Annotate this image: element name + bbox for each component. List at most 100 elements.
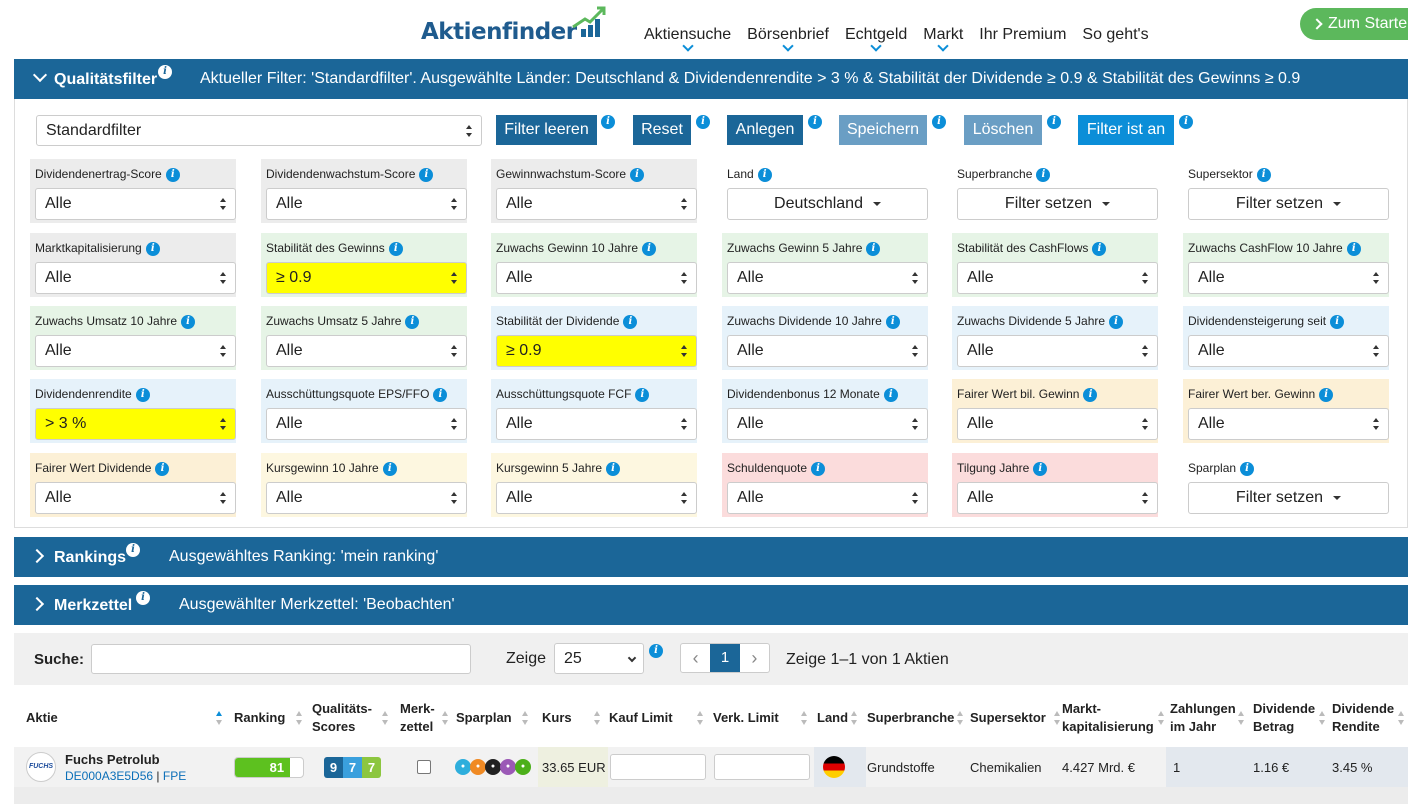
header-market-cap[interactable]: Markt-kapitalisierung [1062,689,1168,747]
aktienfinder-logo[interactable]: Aktienfinder [421,5,607,45]
filter-select[interactable]: Alle [1188,335,1389,367]
filter-select[interactable]: Alle [1188,408,1389,440]
header-quality-scores[interactable]: Qualitäts-Scores [312,689,392,747]
info-icon[interactable]: i [635,388,650,402]
nav-markt[interactable]: Markt [915,26,971,52]
info-icon[interactable]: i [145,242,160,256]
header-sell-limit[interactable]: Verk. Limit [713,689,813,747]
header-ranking[interactable]: Ranking [234,689,304,747]
filter-select[interactable]: Alle [727,335,928,367]
sell-limit-input[interactable] [714,754,810,780]
info-icon[interactable]: i [757,168,772,182]
filter-select[interactable]: > 3 % [35,408,236,440]
nav-echtgeld[interactable]: Echtgeld [837,26,915,52]
buy-limit-input[interactable] [610,754,706,780]
filter-active-button[interactable]: Filter ist an [1078,115,1174,145]
filter-select[interactable]: ≥ 0.9 [496,335,697,367]
filter-select[interactable]: Alle [727,262,928,294]
quality-filter-header[interactable]: Qualitätsfilter i Aktueller Filter: 'Sta… [14,59,1408,99]
info-icon[interactable]: i [1083,388,1098,402]
filter-preset-select[interactable]: Standardfilter [36,115,482,146]
land-dropdown[interactable]: Deutschland [727,188,928,220]
info-icon[interactable]: i [1047,115,1061,129]
filter-select[interactable]: Alle [496,482,697,514]
header-aktie[interactable]: Aktie [26,689,226,747]
info-icon[interactable]: i [1330,315,1345,329]
page-1-button[interactable]: 1 [710,644,740,672]
header-payments[interactable]: Zahlungen im Jahr [1170,689,1250,747]
info-icon[interactable]: i [181,315,196,329]
header-land[interactable]: Land [817,689,861,747]
info-icon[interactable]: i [382,462,397,476]
watchlist-checkbox[interactable] [417,760,431,774]
info-icon[interactable]: i [649,644,663,658]
filter-select[interactable]: Alle [266,335,467,367]
supersektor-dropdown[interactable]: Filter setzen [1188,188,1389,220]
nav-boersenbrief[interactable]: Börsenbrief [739,26,837,52]
filter-select[interactable]: Alle [35,482,236,514]
info-icon[interactable]: i [433,388,448,402]
filter-select[interactable]: Alle [957,335,1158,367]
filter-select[interactable]: Alle [496,262,697,294]
info-icon[interactable]: i [1036,168,1051,182]
filter-select[interactable]: ≥ 0.9 [266,262,467,294]
info-icon[interactable]: i [932,115,946,129]
filter-select[interactable]: Alle [496,408,697,440]
filter-select[interactable]: Alle [957,482,1158,514]
info-icon[interactable]: i [1092,242,1107,256]
start-button[interactable]: Zum Starte [1300,8,1408,40]
filter-select[interactable]: Alle [266,482,467,514]
company-name[interactable]: Fuchs Petrolub [65,752,160,767]
rankings-header[interactable]: Rankings i Ausgewähltes Ranking: 'mein r… [14,537,1408,577]
info-icon[interactable]: i [811,462,826,476]
clear-filter-button[interactable]: Filter leeren [496,115,597,145]
info-icon[interactable]: i [606,462,621,476]
delete-button[interactable]: Löschen [964,115,1042,145]
header-buy-limit[interactable]: Kauf Limit [609,689,704,747]
header-watchlist[interactable]: Merk-zettel [400,689,450,747]
info-icon[interactable]: i [1179,115,1193,129]
header-supersektor[interactable]: Supersektor [970,689,1060,747]
header-superbranche[interactable]: Superbranche [867,689,965,747]
create-button[interactable]: Anlegen [727,115,803,145]
filter-select[interactable]: Alle [1188,262,1389,294]
info-icon[interactable]: i [808,115,822,129]
info-icon[interactable]: i [165,168,180,182]
header-div-amount[interactable]: Dividende Betrag [1253,689,1329,747]
next-page-button[interactable]: › [740,644,769,672]
filter-select[interactable]: Alle [35,262,236,294]
filter-select[interactable]: Alle [496,188,697,220]
reset-button[interactable]: Reset [633,115,691,145]
info-icon[interactable]: i [601,115,615,129]
info-icon[interactable]: i [623,315,638,329]
nav-aktiensuche[interactable]: Aktiensuche [636,26,739,52]
info-icon[interactable]: i [126,543,140,557]
isin-link[interactable]: DE000A3E5D56 [65,769,153,783]
filter-select[interactable]: Alle [727,408,928,440]
header-div-yield[interactable]: Dividende Rendite [1332,689,1408,747]
info-icon[interactable]: i [419,168,434,182]
info-icon[interactable]: i [1346,242,1361,256]
filter-select[interactable]: Alle [266,408,467,440]
info-icon[interactable]: i [158,65,172,79]
header-sparplan[interactable]: Sparplan [456,689,536,747]
ticker-link[interactable]: FPE [163,769,186,783]
page-size-select[interactable]: 25 [554,643,644,674]
save-button[interactable]: Speichern [839,115,927,145]
info-icon[interactable]: i [1033,462,1048,476]
filter-select[interactable]: Alle [35,188,236,220]
info-icon[interactable]: i [1256,168,1271,182]
filter-select[interactable]: Alle [957,262,1158,294]
filter-select[interactable]: Alle [266,188,467,220]
search-input[interactable] [91,644,471,674]
filter-select[interactable]: Alle [727,482,928,514]
superbranche-dropdown[interactable]: Filter setzen [957,188,1158,220]
filter-select[interactable]: Alle [957,408,1158,440]
info-icon[interactable]: i [866,242,881,256]
nav-premium[interactable]: Ihr Premium [971,26,1074,44]
info-icon[interactable]: i [1240,462,1255,476]
sparplan-dropdown[interactable]: Filter setzen [1188,482,1389,514]
info-icon[interactable]: i [696,115,710,129]
nav-so-gehts[interactable]: So geht's [1074,26,1156,44]
info-icon[interactable]: i [885,315,900,329]
